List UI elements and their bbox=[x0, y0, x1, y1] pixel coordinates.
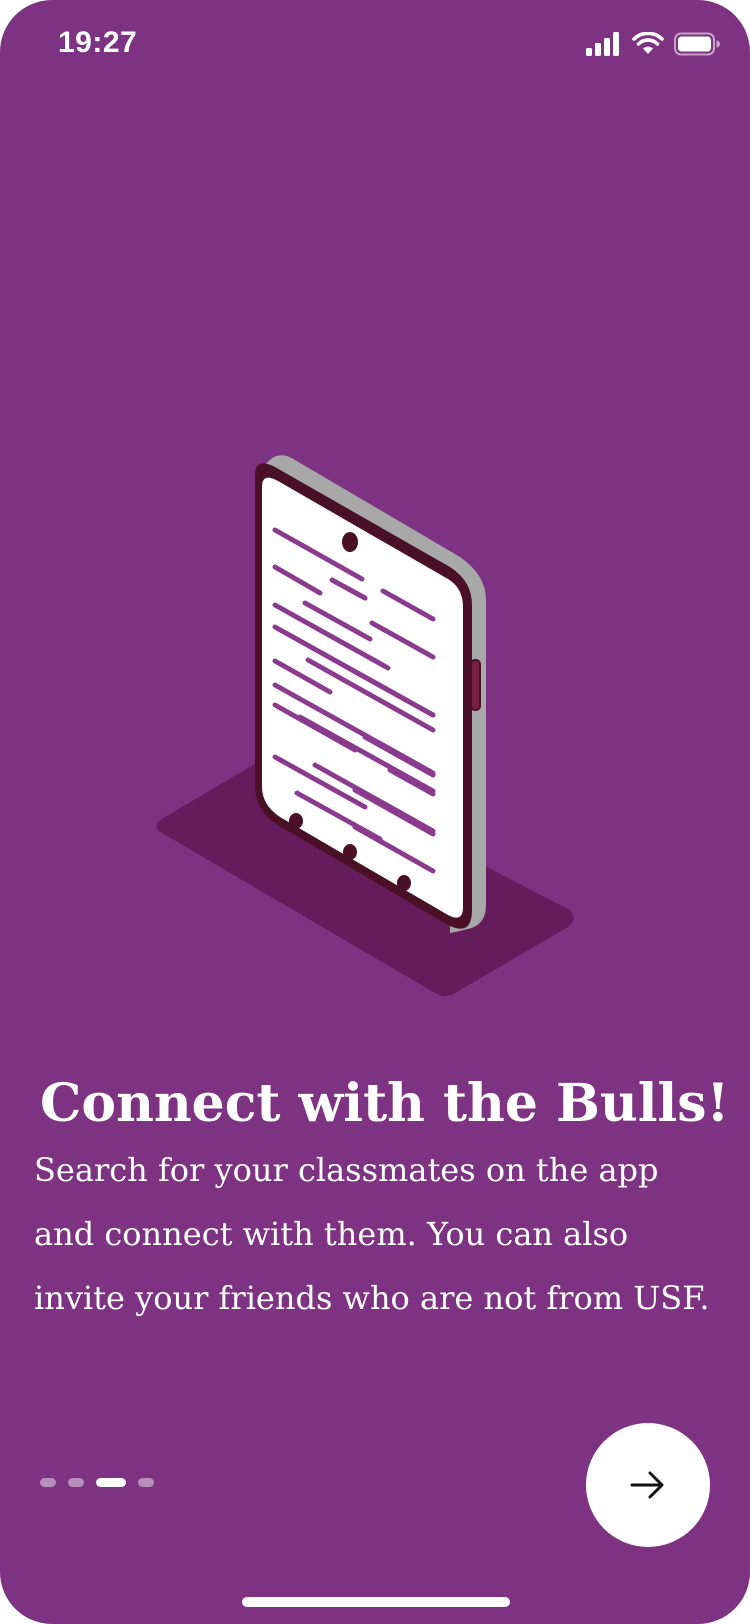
battery-icon bbox=[674, 32, 720, 56]
page-dot bbox=[138, 1478, 154, 1487]
status-time: 19:27 bbox=[58, 26, 138, 59]
page-dot-active bbox=[96, 1478, 126, 1487]
page-dot bbox=[40, 1478, 56, 1487]
onboarding-screen: 19:27 Connect with the Bulls! Search for… bbox=[0, 0, 750, 1624]
page-dot bbox=[68, 1478, 84, 1487]
page-indicator bbox=[40, 1478, 154, 1487]
side-button bbox=[470, 659, 481, 711]
screen-dot bbox=[289, 813, 303, 829]
wifi-icon bbox=[632, 32, 664, 54]
next-button[interactable] bbox=[586, 1423, 710, 1547]
onboarding-description: Search for your classmates on the app an… bbox=[34, 1151, 710, 1317]
screen-dot bbox=[343, 844, 357, 860]
arrow-right-icon bbox=[630, 1471, 664, 1499]
camera-dot bbox=[342, 532, 358, 552]
onboarding-title: Connect with the Bulls! bbox=[40, 1073, 730, 1134]
phone-illustration bbox=[156, 455, 574, 996]
home-indicator[interactable] bbox=[242, 1597, 510, 1607]
status-icons bbox=[586, 32, 720, 56]
status-bar: 19:27 bbox=[0, 0, 750, 92]
screen-dot bbox=[397, 875, 411, 891]
signal-icon bbox=[586, 32, 619, 56]
